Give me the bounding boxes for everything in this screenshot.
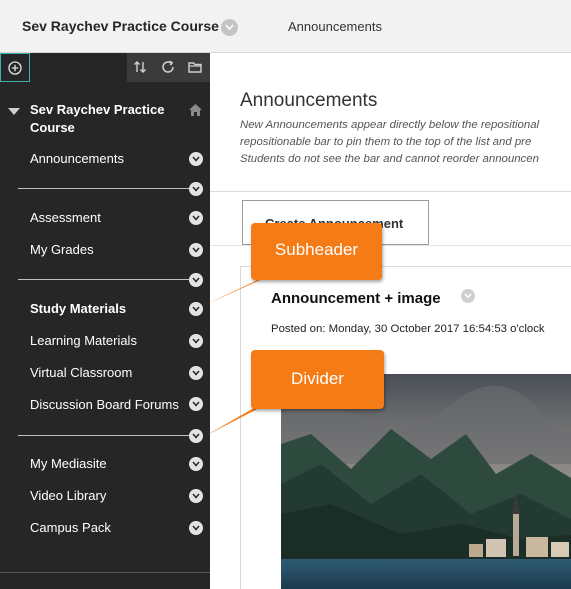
- sidebar-subheader-study-materials[interactable]: Study Materials: [30, 301, 126, 316]
- refresh-icon[interactable]: [160, 59, 176, 75]
- announcement-title[interactable]: Announcement + image: [271, 290, 441, 307]
- sidebar-tools: [127, 53, 210, 82]
- sidebar-item-campus-pack[interactable]: Campus Pack: [30, 520, 111, 535]
- chevron-down-icon[interactable]: [189, 302, 203, 316]
- sidebar-item-assessment[interactable]: Assessment: [30, 210, 101, 225]
- sidebar-item-virtual-classroom[interactable]: Virtual Classroom: [30, 365, 132, 380]
- announcement-options-chevron-icon[interactable]: [461, 289, 475, 303]
- callout-divider: Divider: [251, 350, 384, 409]
- chevron-down-icon[interactable]: [189, 243, 203, 257]
- chevron-down-icon[interactable]: [189, 397, 203, 411]
- callout-subheader: Subheader: [251, 223, 382, 280]
- sidebar-toolbar: [0, 53, 210, 82]
- sidebar-item-learning-materials[interactable]: Learning Materials: [30, 333, 137, 348]
- menu-divider: [18, 435, 190, 436]
- breadcrumb-current: Announcements: [288, 19, 382, 34]
- chevron-down-icon[interactable]: [189, 273, 203, 287]
- announcement-posted-date: Posted on: Monday, 30 October 2017 16:54…: [271, 323, 545, 335]
- folder-icon[interactable]: [187, 59, 203, 75]
- reorder-arrows-icon[interactable]: [132, 59, 148, 75]
- home-icon[interactable]: [188, 103, 203, 117]
- main-content: Announcements New Announcements appear d…: [210, 53, 571, 589]
- sidebar-item-video-library[interactable]: Video Library: [30, 488, 106, 503]
- add-menu-item-button[interactable]: [0, 53, 30, 82]
- sidebar-item-announcements[interactable]: Announcements: [30, 151, 124, 166]
- chevron-down-icon[interactable]: [189, 182, 203, 196]
- top-bar: Sev Raychev Practice Course Announcement…: [0, 0, 571, 53]
- menu-divider: [18, 188, 190, 189]
- sidebar-course-name[interactable]: Sev Raychev Practice Course: [30, 101, 180, 137]
- sidebar-item-my-mediasite[interactable]: My Mediasite: [30, 456, 107, 471]
- sidebar-item-discussion-board-forums[interactable]: Discussion Board Forums: [30, 397, 179, 412]
- collapse-triangle-icon[interactable]: [8, 108, 20, 116]
- sidebar-item-my-grades[interactable]: My Grades: [30, 242, 94, 257]
- menu-divider: [18, 279, 190, 280]
- course-title-link[interactable]: Sev Raychev Practice Course: [22, 18, 219, 34]
- section-divider: [210, 191, 571, 192]
- chevron-down-icon[interactable]: [189, 366, 203, 380]
- chevron-down-icon[interactable]: [189, 489, 203, 503]
- chevron-down-icon[interactable]: [189, 457, 203, 471]
- chevron-down-icon[interactable]: [189, 152, 203, 166]
- page-title: Announcements: [240, 90, 378, 111]
- instruction-line: New Announcements appear directly below …: [240, 119, 540, 131]
- course-menu-sidebar: Sev Raychev Practice Course Announcement…: [0, 53, 210, 589]
- page-instructions: New Announcements appear directly below …: [240, 117, 571, 168]
- sidebar-bottom-rule: [0, 572, 210, 573]
- chevron-down-icon[interactable]: [189, 334, 203, 348]
- chevron-down-icon[interactable]: [189, 521, 203, 535]
- instruction-line: Students do not see the bar and cannot r…: [240, 153, 539, 165]
- course-menu-chevron-icon[interactable]: [221, 19, 238, 36]
- plus-circle-icon: [8, 61, 22, 75]
- chevron-down-icon[interactable]: [189, 211, 203, 225]
- chevron-down-icon[interactable]: [189, 429, 203, 443]
- instruction-line: repositionable bar to pin them to the to…: [240, 136, 532, 148]
